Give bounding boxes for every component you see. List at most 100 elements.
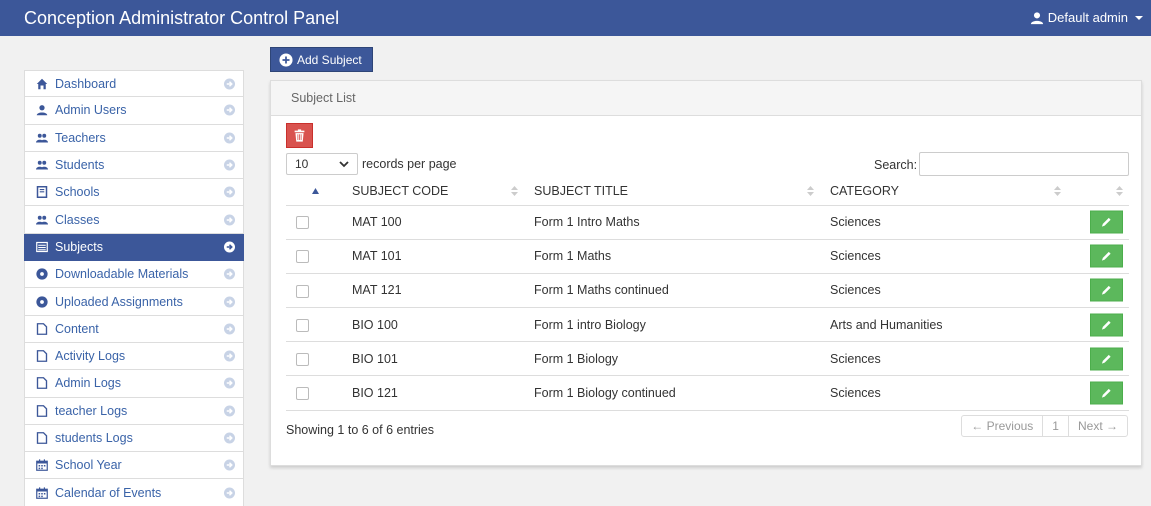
sidebar-item-teacher-logs[interactable]: teacher Logs <box>24 397 244 425</box>
subject-code: BIO 100 <box>352 317 398 332</box>
subject-code: MAT 100 <box>352 215 402 230</box>
edit-button[interactable] <box>1090 381 1123 405</box>
row-checkbox-cell <box>286 273 320 309</box>
table-row[interactable]: BIO 121 Form 1 Biology continued Sciences <box>286 375 1129 411</box>
sidebar-item-admin-logs[interactable]: Admin Logs <box>24 370 244 398</box>
download-circle-icon <box>35 268 48 281</box>
plus-circle-icon <box>279 52 293 67</box>
sidebar-item-students-logs[interactable]: students Logs <box>24 424 244 453</box>
sidebar-item-school-year[interactable]: School Year <box>24 452 244 480</box>
row-checkbox[interactable] <box>296 284 309 298</box>
table-row[interactable]: MAT 101 Form 1 Maths Sciences <box>286 239 1129 274</box>
search-input[interactable] <box>919 152 1129 176</box>
actions-cell <box>1067 239 1129 274</box>
column-header-label: CATEGORY <box>830 183 899 198</box>
sidebar-item-label: teacher Logs <box>55 403 128 418</box>
column-header-subject-code[interactable]: SUBJECT CODE <box>320 177 524 206</box>
subject-code-cell: MAT 100 <box>320 205 524 240</box>
table-header-row: SUBJECT CODE SUBJECT TITLE CATEGORY <box>286 177 1129 206</box>
sidebar-item-teachers[interactable]: Teachers <box>24 124 244 152</box>
table-row[interactable]: MAT 121 Form 1 Maths continued Sciences <box>286 273 1129 309</box>
edit-button[interactable] <box>1090 278 1123 302</box>
sort-icon <box>1116 185 1123 196</box>
sidebar-item-label: students Logs <box>55 431 133 445</box>
sidebar-item-calendar-of-events[interactable]: Calendar of Events <box>24 479 244 506</box>
sidebar-item-uploaded-assignments[interactable]: Uploaded Assignments <box>24 288 244 316</box>
edit-button[interactable] <box>1090 313 1123 337</box>
records-per-page-select[interactable]: 10 <box>286 153 358 175</box>
edit-button[interactable] <box>1090 244 1123 268</box>
subject-code: BIO 101 <box>352 351 398 366</box>
subject-code: MAT 121 <box>352 283 402 298</box>
next-page-button[interactable]: Next → <box>1069 416 1127 436</box>
table-row[interactable]: BIO 101 Form 1 Biology Sciences <box>286 341 1129 377</box>
sidebar-item-classes[interactable]: Classes <box>24 206 244 234</box>
arrow-circle-right-icon <box>224 159 235 171</box>
category-cell: Sciences <box>820 273 1067 309</box>
pagination: ← Previous 1 Next → <box>961 415 1128 437</box>
header-checkbox-cell <box>286 177 320 206</box>
subject-code-cell: MAT 121 <box>320 273 524 309</box>
sidebar-item-subjects[interactable]: Subjects <box>24 233 244 262</box>
row-checkbox[interactable] <box>296 250 309 264</box>
user-menu[interactable]: Default admin <box>1030 10 1143 25</box>
home-icon <box>35 77 48 90</box>
file-icon <box>35 322 48 335</box>
delete-selected-button[interactable] <box>286 123 313 148</box>
actions-cell <box>1067 307 1129 343</box>
table-row[interactable]: MAT 100 Form 1 Intro Maths Sciences <box>286 205 1129 240</box>
subject-list-panel: Subject List 10 records per page Search:… <box>270 80 1142 466</box>
arrow-circle-right-icon <box>224 323 235 335</box>
row-checkbox[interactable] <box>296 216 309 230</box>
row-checkbox[interactable] <box>296 387 309 401</box>
column-header-subject-title[interactable]: SUBJECT TITLE <box>524 177 820 206</box>
subject-code: MAT 101 <box>352 249 402 264</box>
sidebar-item-label: Teachers <box>55 130 106 145</box>
table-row[interactable]: BIO 100 Form 1 intro Biology Arts and Huma… <box>286 307 1129 343</box>
sidebar-item-content[interactable]: Content <box>24 315 244 343</box>
sort-asc-icon[interactable] <box>312 187 319 194</box>
subject-code-cell: BIO 100 <box>320 307 524 343</box>
sidebar-item-label: School Year <box>55 458 122 473</box>
column-header-actions[interactable] <box>1067 177 1129 206</box>
column-header-category[interactable]: CATEGORY <box>820 177 1067 206</box>
arrow-circle-right-icon <box>224 350 235 362</box>
row-checkbox-cell <box>286 341 320 377</box>
sidebar-item-label: Classes <box>55 212 100 227</box>
sidebar-item-students[interactable]: Students <box>24 151 244 180</box>
sidebar-item-schools[interactable]: Schools <box>24 179 244 207</box>
edit-button[interactable] <box>1090 210 1123 234</box>
file-icon <box>35 350 48 363</box>
sidebar-item-label: Students <box>55 158 105 173</box>
sidebar-item-activity-logs[interactable]: Activity Logs <box>24 342 244 371</box>
file-icon <box>35 432 48 445</box>
calendar-icon <box>35 459 48 472</box>
sidebar-item-admin-users[interactable]: Admin Users <box>24 97 244 125</box>
edit-button[interactable] <box>1090 347 1123 371</box>
users-icon <box>35 213 48 226</box>
sort-icon <box>1054 185 1061 196</box>
subject-title-cell: Form 1 Maths <box>524 239 820 274</box>
row-checkbox[interactable] <box>296 352 309 366</box>
page-number-button[interactable]: 1 <box>1043 416 1069 436</box>
sidebar-item-label: Activity Logs <box>55 349 126 364</box>
arrow-circle-right-icon <box>224 268 235 280</box>
sidebar-item-downloadable-materials[interactable]: Downloadable Materials <box>24 261 244 289</box>
row-checkbox-cell <box>286 205 320 240</box>
row-checkbox[interactable] <box>296 318 309 332</box>
arrow-circle-right-icon <box>224 405 235 417</box>
sidebar-item-dashboard[interactable]: Dashboard <box>24 70 244 98</box>
app-title[interactable]: Conception Administrator Control Panel <box>24 8 339 29</box>
list-icon <box>35 240 48 253</box>
user-menu-label: Default admin <box>1047 10 1128 25</box>
category-cell: Arts and Humanities <box>820 307 1067 343</box>
top-navbar: Conception Administrator Control Panel D… <box>0 0 1151 36</box>
actions-cell <box>1067 205 1129 240</box>
actions-cell <box>1067 273 1129 309</box>
arrow-circle-right-icon <box>224 132 235 144</box>
sort-icon <box>807 185 814 196</box>
add-subject-button[interactable]: Add Subject <box>270 47 373 72</box>
subject-code-cell: BIO 121 <box>320 375 524 411</box>
sidebar-item-label: Admin Users <box>55 103 127 118</box>
previous-page-button[interactable]: ← Previous <box>962 416 1044 436</box>
